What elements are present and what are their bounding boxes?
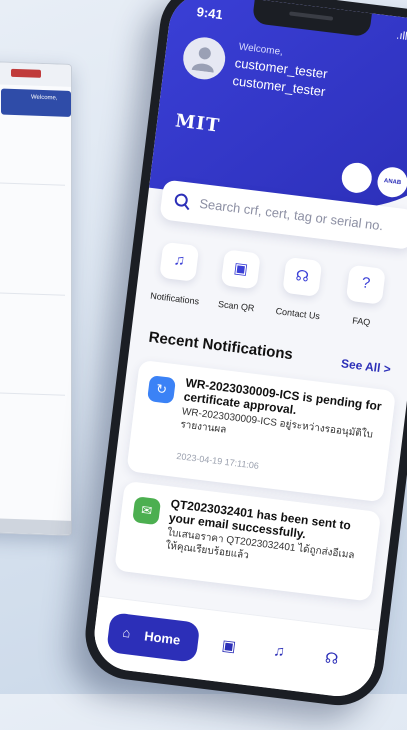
phone-frame: 9:41 .ıll Welcome, customer_tester custo… bbox=[80, 0, 407, 711]
accreditation-badge-icon bbox=[340, 161, 374, 195]
phone-mockup: 9:41 .ıll Welcome, customer_tester custo… bbox=[0, 0, 407, 730]
notification-time: 2023-04-19 17:11:06 bbox=[175, 450, 260, 471]
faq-button[interactable]: ? FAQ bbox=[330, 263, 399, 330]
home-icon: ⌂ bbox=[121, 624, 132, 641]
anab-badge-icon: ANAB bbox=[375, 165, 407, 199]
avatar[interactable] bbox=[180, 34, 228, 82]
contact-us-label: Contact Us bbox=[275, 305, 321, 322]
scan-qr-button[interactable]: ▣ Scan QR bbox=[205, 248, 274, 315]
see-all-link[interactable]: See All > bbox=[340, 356, 391, 376]
section-title: Recent Notifications bbox=[147, 328, 294, 364]
faq-label: FAQ bbox=[351, 315, 371, 328]
tab-scan-qr-icon[interactable]: ▣ bbox=[221, 636, 237, 656]
laptop-badge bbox=[11, 68, 41, 78]
scan-qr-label: Scan QR bbox=[217, 298, 255, 314]
email-icon: ✉ bbox=[132, 496, 162, 526]
notification-card[interactable]: ↻ WR-2023030009-ICS is pending for certi… bbox=[126, 359, 397, 503]
user-icon bbox=[191, 47, 214, 73]
tab-home[interactable]: ⌂ Home bbox=[106, 612, 201, 663]
signal-icon: .ıll bbox=[395, 29, 407, 43]
bell-icon: ♫ bbox=[172, 251, 187, 270]
headset-icon: ☊ bbox=[294, 267, 310, 286]
app-screen: 9:41 .ıll Welcome, customer_tester custo… bbox=[90, 0, 407, 701]
notifications-label: Notifications bbox=[149, 290, 200, 307]
bottom-tab-bar: ⌂ Home ▣ ♫ ☊ bbox=[90, 595, 379, 701]
tab-notifications-icon[interactable]: ♫ bbox=[272, 642, 285, 660]
question-icon: ? bbox=[360, 274, 372, 293]
qr-scan-icon: ▣ bbox=[232, 259, 249, 279]
mit-logo: MIT bbox=[174, 110, 222, 137]
contact-us-button[interactable]: ☊ Contact Us bbox=[266, 255, 335, 322]
search-icon bbox=[174, 193, 190, 211]
pending-icon: ↻ bbox=[147, 375, 176, 405]
tab-home-label: Home bbox=[143, 628, 182, 648]
status-time: 9:41 bbox=[195, 4, 224, 23]
notification-card[interactable]: ✉ QT2023032401 has been sent to your ema… bbox=[114, 480, 382, 602]
notifications-button[interactable]: ♫ Notifications bbox=[143, 240, 212, 307]
status-icons: .ıll bbox=[396, 30, 407, 46]
tab-contact-icon[interactable]: ☊ bbox=[324, 649, 339, 668]
